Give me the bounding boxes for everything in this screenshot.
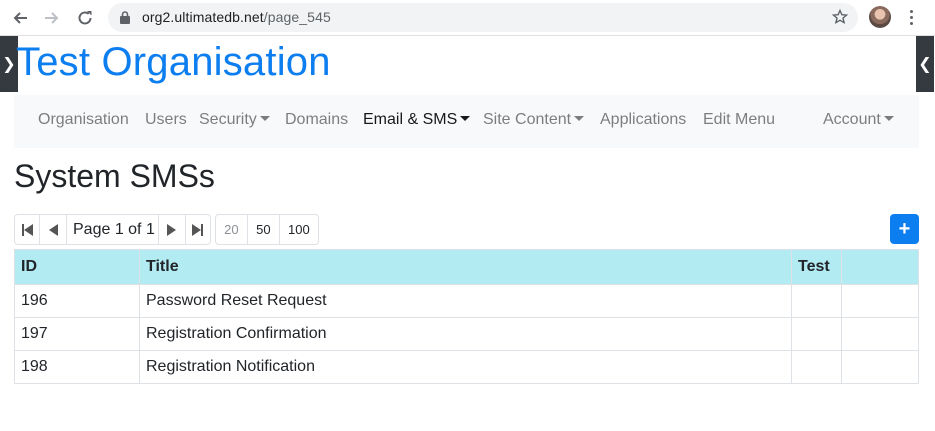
page-size-50[interactable]: 50: [246, 214, 280, 245]
main-navbar: Organisation Users Security Domains Emai…: [14, 95, 919, 148]
column-header-id[interactable]: ID: [14, 249, 140, 285]
browser-toolbar: org2.ultimatedb.net/page_545: [0, 0, 935, 36]
bookmark-star-icon[interactable]: [831, 8, 849, 30]
page-title: System SMSs: [14, 158, 215, 194]
chevron-right-icon: ❯: [2, 56, 16, 73]
last-page-button[interactable]: [184, 214, 211, 245]
reload-icon[interactable]: [75, 8, 95, 28]
caret-down-icon: [259, 116, 270, 121]
cell-actions: [841, 317, 919, 351]
caret-down-icon: [883, 116, 894, 121]
next-page-icon: [167, 223, 177, 236]
table-header-row: ID Title Test: [14, 249, 919, 285]
cell-test: [791, 284, 842, 318]
chevron-left-icon: ❮: [918, 56, 932, 73]
page-indicator: Page 1 of 1: [67, 214, 159, 245]
table-row[interactable]: 196 Password Reset Request: [14, 284, 919, 318]
nav-security[interactable]: Security: [199, 111, 270, 129]
nav-account[interactable]: Account: [823, 111, 894, 129]
page-size-100[interactable]: 100: [278, 214, 319, 245]
kebab-menu-icon[interactable]: [906, 9, 916, 27]
app-title[interactable]: Test Organisation: [16, 40, 331, 85]
column-header-test[interactable]: Test: [791, 249, 842, 285]
table-row[interactable]: 197 Registration Confirmation: [14, 317, 919, 351]
first-page-button[interactable]: [14, 214, 40, 245]
pagination: Page 1 of 1 20 50 100: [14, 214, 319, 245]
nav-users[interactable]: Users: [145, 111, 187, 129]
column-header-actions: [841, 249, 919, 285]
cell-title[interactable]: Registration Notification: [139, 350, 792, 384]
sms-table: ID Title Test 196 Password Reset Request…: [14, 249, 919, 384]
address-bar[interactable]: org2.ultimatedb.net/page_545: [108, 3, 858, 32]
forward-arrow-icon[interactable]: [42, 8, 62, 28]
cell-actions: [841, 350, 919, 384]
cell-id: 198: [14, 350, 140, 384]
prev-page-button[interactable]: [39, 214, 67, 245]
caret-down-icon: [460, 116, 471, 121]
add-button[interactable]: +: [890, 214, 919, 244]
nav-site-content[interactable]: Site Content: [483, 111, 585, 129]
url-text: org2.ultimatedb.net/page_545: [142, 9, 331, 25]
nav-domains[interactable]: Domains: [285, 111, 348, 129]
right-panel-toggle[interactable]: ❮: [916, 36, 934, 92]
nav-organisation[interactable]: Organisation: [38, 111, 129, 129]
column-header-title[interactable]: Title: [139, 249, 792, 285]
table-row[interactable]: 198 Registration Notification: [14, 350, 919, 384]
profile-avatar[interactable]: [869, 6, 891, 28]
first-page-icon: [21, 223, 33, 236]
page-size-20[interactable]: 20: [214, 214, 248, 245]
cell-actions: [841, 284, 919, 318]
nav-applications[interactable]: Applications: [600, 111, 686, 129]
lock-icon: [120, 11, 130, 29]
cell-id: 197: [14, 317, 140, 351]
cell-id: 196: [14, 284, 140, 318]
last-page-icon: [192, 223, 204, 236]
next-page-button[interactable]: [157, 214, 186, 245]
nav-email-sms[interactable]: Email & SMS: [363, 111, 471, 129]
plus-icon: +: [898, 217, 911, 240]
cell-test: [791, 317, 842, 351]
back-arrow-icon[interactable]: [10, 8, 30, 28]
nav-edit-menu[interactable]: Edit Menu: [703, 111, 775, 129]
cell-title[interactable]: Password Reset Request: [139, 284, 792, 318]
cell-title[interactable]: Registration Confirmation: [139, 317, 792, 351]
prev-page-icon: [48, 223, 58, 236]
caret-down-icon: [574, 116, 585, 121]
cell-test: [791, 350, 842, 384]
